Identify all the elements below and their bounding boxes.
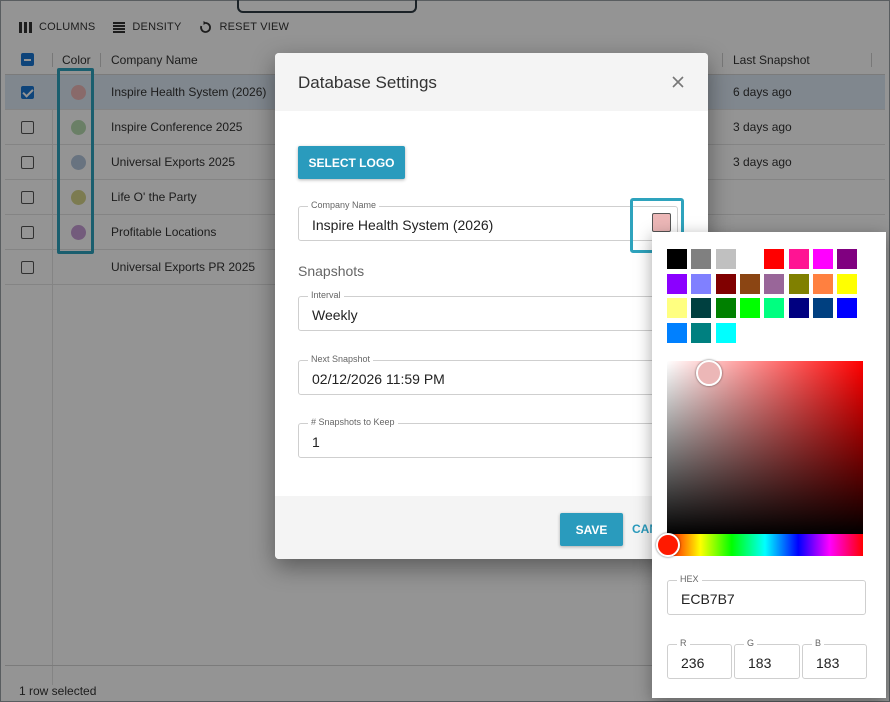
r-value: 236 [681, 655, 705, 671]
company-color-swatch[interactable] [652, 213, 671, 232]
next-snapshot-label: Next Snapshot [308, 354, 374, 364]
hex-input[interactable]: HEX ECB7B7 [667, 574, 866, 615]
interval-value: Weekly [312, 307, 358, 323]
hue-slider[interactable] [667, 534, 863, 556]
next-snapshot-value: 02/12/2026 11:59 PM [312, 371, 445, 387]
preset-swatch[interactable] [812, 249, 833, 269]
interval-label: Interval [308, 290, 344, 300]
close-icon[interactable] [671, 75, 685, 89]
b-input[interactable]: B 183 [802, 638, 867, 679]
snapshots-to-keep-field[interactable]: # Snapshots to Keep 1 [298, 417, 678, 458]
next-snapshot-field[interactable]: Next Snapshot 02/12/2026 11:59 PM [298, 354, 678, 395]
snapshots-to-keep-value: 1 [312, 434, 320, 450]
preset-swatch[interactable] [788, 273, 809, 294]
b-label: B [812, 638, 825, 648]
preset-swatch[interactable] [739, 249, 760, 269]
preset-swatch[interactable] [837, 298, 858, 318]
preset-swatch[interactable] [739, 298, 760, 318]
dialog-title: Database Settings [298, 73, 437, 92]
b-value: 183 [816, 655, 840, 671]
preset-swatch[interactable] [691, 273, 712, 294]
preset-swatch[interactable] [715, 249, 736, 269]
r-input[interactable]: R 236 [667, 638, 732, 679]
company-name-field[interactable]: Company Name Inspire Health System (2026… [298, 200, 678, 241]
preset-swatch[interactable] [667, 298, 687, 318]
preset-swatch[interactable] [667, 249, 687, 269]
preset-swatch[interactable] [788, 298, 809, 318]
company-name-label: Company Name [308, 200, 380, 210]
save-button[interactable]: SAVE [560, 513, 623, 546]
company-name-value: Inspire Health System (2026) [312, 217, 494, 233]
saturation-handle[interactable] [696, 360, 722, 386]
interval-select[interactable]: Interval Weekly [298, 290, 678, 331]
dialog-footer: SAVE CAN [275, 496, 708, 559]
preset-swatch[interactable] [667, 322, 687, 343]
g-input[interactable]: G 183 [734, 638, 800, 679]
preset-swatch[interactable] [715, 322, 736, 343]
preset-swatch[interactable] [764, 298, 785, 318]
snapshots-heading: Snapshots [298, 263, 365, 279]
hex-label: HEX [677, 574, 702, 584]
preset-swatch[interactable] [715, 273, 736, 294]
preset-swatch[interactable] [812, 298, 833, 318]
hex-value: ECB7B7 [681, 591, 735, 607]
preset-swatch[interactable] [837, 249, 858, 269]
select-logo-button[interactable]: SELECT LOGO [298, 146, 405, 179]
g-label: G [744, 638, 758, 648]
hue-handle[interactable] [656, 533, 680, 557]
preset-swatch[interactable] [715, 298, 736, 318]
preset-swatch[interactable] [667, 273, 687, 294]
preset-swatch[interactable] [837, 273, 858, 294]
color-picker-popover: HEX ECB7B7 R 236 G 183 B 183 [652, 232, 886, 698]
preset-swatch[interactable] [739, 273, 760, 294]
preset-swatch[interactable] [788, 249, 809, 269]
preset-swatch[interactable] [691, 322, 712, 343]
snapshots-to-keep-label: # Snapshots to Keep [308, 417, 398, 427]
preset-swatch[interactable] [691, 249, 712, 269]
saturation-area[interactable] [667, 361, 863, 535]
preset-swatch[interactable] [812, 273, 833, 294]
r-label: R [677, 638, 690, 648]
preset-swatch[interactable] [764, 249, 785, 269]
preset-swatch[interactable] [764, 273, 785, 294]
dialog-header: Database Settings [275, 53, 708, 111]
g-value: 183 [748, 655, 772, 671]
database-settings-dialog: Database Settings SELECT LOGO Company Na… [275, 53, 708, 559]
preset-swatch[interactable] [691, 298, 712, 318]
